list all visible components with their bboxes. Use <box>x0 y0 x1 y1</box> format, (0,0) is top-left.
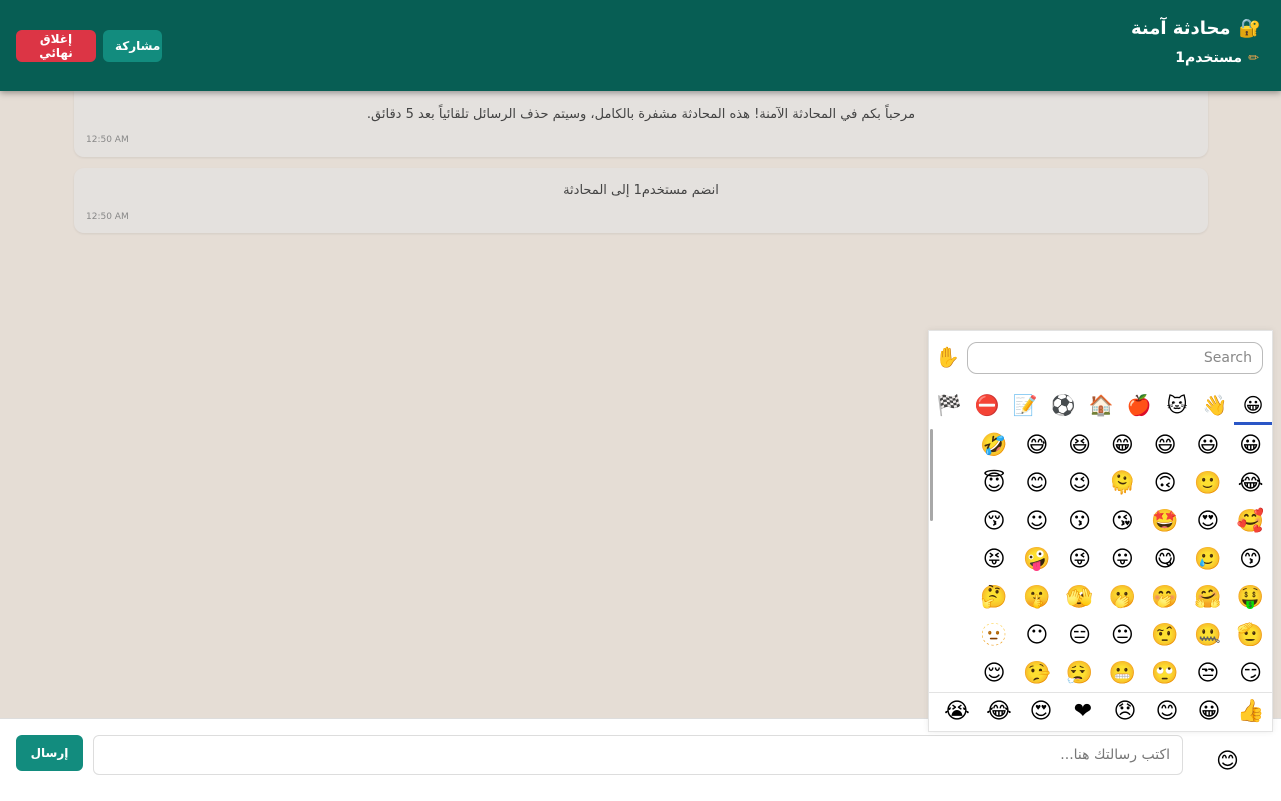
emoji-cell[interactable]: 😮‍💨 <box>1058 655 1101 691</box>
emoji-cell[interactable]: 😁 <box>1101 427 1144 465</box>
emoji-cell[interactable]: 😏 <box>1229 655 1272 691</box>
emoji-cell[interactable]: 🙃 <box>1144 465 1187 503</box>
message-input[interactable] <box>93 735 1183 775</box>
emoji-grid: 😀 😃 😄 😁 😆 😅 🤣 😂 🙂 🙃 🫠 😉 😊 😇 🥰 😍 🤩 😘 😗 ☺ 😚 😙 🥲 😋 😛 😜 🤪 😝 🤑 🤗 🤭 🫢 🫣 🤫 🤔 🫡 🤐 🤨 😐 😑… <box>929 427 1272 691</box>
emoji-cell[interactable]: 🥰 <box>1229 503 1272 541</box>
emoji-cell[interactable]: 🫢 <box>1101 579 1144 617</box>
emoji-cell[interactable]: ☺ <box>1016 503 1059 541</box>
emoji-cell[interactable]: 😉 <box>1058 465 1101 503</box>
chat-title: محادثة آمنة <box>1130 18 1231 39</box>
emoji-picker: ✋ 😀👋🐱🍎🏠⚽📝⛔🏁 😀😃😄😁😆😅🤣😂🙂🙃🫠😉😊😇🥰😍🤩😘😗☺😚😙🥲😋😛😜🤪😝… <box>928 330 1273 732</box>
emoji-cell[interactable]: 😙 <box>1229 541 1272 579</box>
emoji-grid-scrollbar[interactable] <box>930 429 933 521</box>
emoji-cell[interactable]: 🫣 <box>1058 579 1101 617</box>
chat-title-row: 🔐 محادثة آمنة <box>1131 18 1261 39</box>
emoji-cell[interactable]: 😇 <box>973 465 1016 503</box>
emoji-cell[interactable]: 😘 <box>1101 503 1144 541</box>
emoji-cell[interactable]: 😬 <box>1101 655 1144 691</box>
emoji-cell[interactable]: 🤗 <box>1187 579 1230 617</box>
message-time: 12:50 AM <box>86 212 129 222</box>
emoji-cell[interactable]: 🤭 <box>1144 579 1187 617</box>
emoji-cell[interactable]: 😌 <box>973 655 1016 691</box>
emoji-cell[interactable]: 🙄 <box>1144 655 1187 691</box>
emoji-cell[interactable]: 🤑 <box>1229 579 1272 617</box>
close-chat-button[interactable]: إغلاق نهائي <box>16 30 96 62</box>
emoji-category-tab[interactable]: 📝 <box>1006 389 1044 425</box>
emoji-cell[interactable]: 🫠 <box>1101 465 1144 503</box>
emoji-cell[interactable]: 🤫 <box>1016 579 1059 617</box>
emoji-cell[interactable]: 🫥 <box>973 617 1016 655</box>
emoji-cell[interactable]: 😶 <box>1016 617 1059 655</box>
emoji-cell[interactable]: 😑 <box>1058 617 1101 655</box>
emoji-cell[interactable]: 🤨 <box>1144 617 1187 655</box>
recent-emoji-cell[interactable]: 😭 <box>936 693 978 731</box>
emoji-cell[interactable]: 😗 <box>1058 503 1101 541</box>
emoji-cell[interactable]: 😝 <box>973 541 1016 579</box>
emoji-category-tab[interactable]: ⛔ <box>968 389 1006 425</box>
send-button[interactable]: إرسال <box>16 735 83 771</box>
emoji-cell[interactable]: 🤐 <box>1187 617 1230 655</box>
recent-emoji-cell[interactable]: 😊 <box>1146 693 1188 731</box>
emoji-category-tab[interactable]: ⚽ <box>1044 389 1082 425</box>
emoji-cell[interactable]: 🤔 <box>973 579 1016 617</box>
skin-tone-icon[interactable]: ✋ <box>935 345 960 369</box>
chat-header: 🔐 محادثة آمنة ✏ مستخدم1 مشاركة إغلاق نها… <box>0 0 1281 91</box>
emoji-cell[interactable]: 😅 <box>1016 427 1059 465</box>
emoji-cell[interactable]: 🤥 <box>1016 655 1059 691</box>
emoji-category-tab[interactable]: 🏠 <box>1082 389 1120 425</box>
system-message: انضم مستخدم1 إلى المحادثة 12:50 AM <box>74 168 1208 233</box>
system-message: مرحباً بكم في المحادثة الآمنة! هذه المحا… <box>74 91 1208 157</box>
emoji-cell[interactable]: 😐 <box>1101 617 1144 655</box>
emoji-cell[interactable]: 🥲 <box>1187 541 1230 579</box>
emoji-cell[interactable]: 😄 <box>1144 427 1187 465</box>
emoji-cell[interactable]: 😃 <box>1187 427 1230 465</box>
emoji-category-tab[interactable]: 🍎 <box>1120 389 1158 425</box>
share-button[interactable]: مشاركة <box>103 30 162 62</box>
message-text: انضم مستخدم1 إلى المحادثة <box>563 183 719 198</box>
pencil-icon[interactable]: ✏ <box>1248 51 1259 66</box>
emoji-category-tabs: 😀 👋 🐱 🍎 🏠 ⚽ 📝 ⛔ 🏁 <box>929 389 1272 425</box>
emoji-category-tab[interactable]: 🏁 <box>930 389 968 425</box>
emoji-cell[interactable]: 🤣 <box>973 427 1016 465</box>
recent-emoji-cell[interactable]: 😂 <box>978 693 1020 731</box>
recent-emojis: 👍 😀 😊 😞 ❤ 😍 😂 😭 <box>929 692 1272 730</box>
recent-emoji-cell[interactable]: ❤ <box>1062 693 1104 731</box>
recent-emoji-cell[interactable]: 😞 <box>1104 693 1146 731</box>
emoji-cell[interactable]: 😛 <box>1101 541 1144 579</box>
emoji-cell[interactable]: 😆 <box>1058 427 1101 465</box>
emoji-cell[interactable]: 🤩 <box>1144 503 1187 541</box>
emoji-search-input[interactable] <box>967 342 1263 374</box>
emoji-cell[interactable]: 😍 <box>1187 503 1230 541</box>
emoji-cell[interactable]: 🤪 <box>1016 541 1059 579</box>
user-name: مستخدم1 <box>1175 50 1243 66</box>
emoji-cell[interactable]: 🙂 <box>1187 465 1230 503</box>
current-user[interactable]: ✏ مستخدم1 <box>1175 50 1259 66</box>
emoji-cell[interactable]: 😒 <box>1187 655 1230 691</box>
emoji-category-tab[interactable]: 🐱 <box>1158 389 1196 425</box>
emoji-cell[interactable]: 😚 <box>973 503 1016 541</box>
emoji-cell[interactable]: 😀 <box>1229 427 1272 465</box>
recent-emoji-cell[interactable]: 👍 <box>1230 693 1272 731</box>
recent-emoji-cell[interactable]: 😀 <box>1188 693 1230 731</box>
emoji-category-tab[interactable]: 👋 <box>1196 389 1234 425</box>
emoji-cell[interactable]: 😋 <box>1144 541 1187 579</box>
emoji-toggle-icon[interactable]: 😊 <box>1216 749 1239 774</box>
emoji-cell[interactable]: 😂 <box>1229 465 1272 503</box>
emoji-cell[interactable]: 🫡 <box>1229 617 1272 655</box>
lock-icon: 🔐 <box>1238 18 1261 39</box>
recent-emoji-cell[interactable]: 😍 <box>1020 693 1062 731</box>
emoji-cell[interactable]: 😊 <box>1016 465 1059 503</box>
message-text: مرحباً بكم في المحادثة الآمنة! هذه المحا… <box>366 107 916 122</box>
message-time: 12:50 AM <box>86 135 129 145</box>
emoji-category-tab[interactable]: 😀 <box>1234 389 1272 425</box>
emoji-cell[interactable]: 😜 <box>1058 541 1101 579</box>
